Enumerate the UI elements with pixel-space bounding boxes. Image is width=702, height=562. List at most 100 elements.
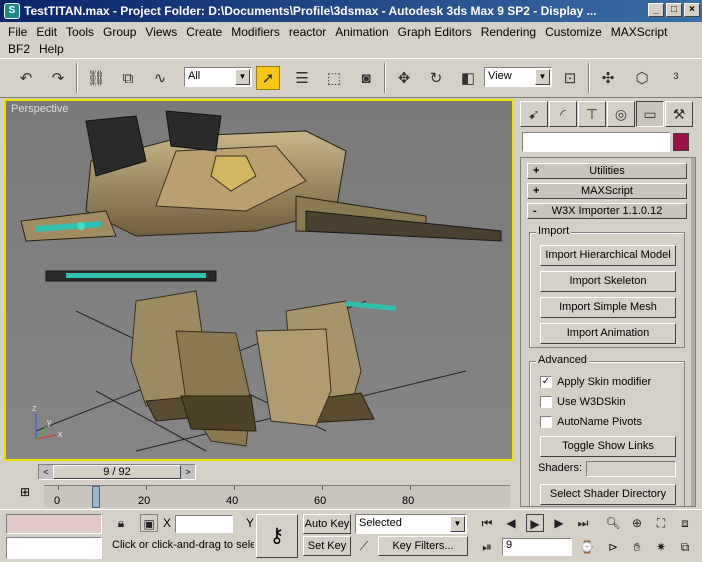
selected-dropdown[interactable]: Selected ▼ (355, 514, 467, 534)
x-coord-field[interactable] (175, 515, 233, 533)
motion-tab[interactable]: ◎ (607, 101, 635, 127)
undo-icon[interactable]: ↶ (14, 66, 38, 90)
bind-space-warp-icon[interactable]: ∿ (148, 66, 172, 90)
previous-frame-icon[interactable]: ◀︎ (502, 514, 520, 532)
create-tab[interactable]: ➹ (520, 101, 548, 127)
select-and-scale-icon[interactable]: ◧ (456, 66, 480, 90)
maximize-button[interactable]: □ (666, 3, 682, 17)
import-hierarchical-model-button[interactable]: Import Hierarchical Model (540, 245, 676, 266)
menu-views[interactable]: Views (141, 24, 182, 41)
command-panel-scroll[interactable]: + Utilities + MAXScript - W3X Importer 1… (520, 157, 696, 507)
toggle-show-links-button[interactable]: Toggle Show Links (540, 436, 676, 457)
maxscript-listener-mini[interactable] (6, 514, 102, 534)
menu-customize[interactable]: Customize (541, 24, 607, 41)
hierarchy-tab[interactable]: ⊤ (578, 101, 606, 127)
apply-skin-modifier-checkbox[interactable]: ✓ Apply Skin modifier (540, 374, 651, 390)
use-pivot-center-icon[interactable]: ⊡ (558, 66, 582, 90)
3ds-max-icon[interactable]: S (4, 3, 20, 19)
field-of-view-icon[interactable]: ⊳ (604, 538, 622, 556)
zoom-icon[interactable]: 🔍︎ (604, 514, 622, 532)
chevron-right-icon[interactable]: > (181, 465, 195, 479)
menu-rendering[interactable]: Rendering (477, 24, 541, 41)
track-ruler[interactable]: 0 20 40 60 80 (44, 485, 510, 508)
absolute-mode-icon[interactable]: ▣ (140, 514, 158, 532)
current-frame-field[interactable]: 9 (502, 538, 572, 556)
unlink-icon[interactable]: ⧉ (116, 66, 140, 90)
zoom-extents-all-icon[interactable]: ⧈ (676, 514, 694, 532)
checkbox-unchecked[interactable] (540, 416, 552, 428)
menu-file[interactable]: File (4, 24, 32, 41)
zoom-extents-icon[interactable]: ⛶ (652, 514, 670, 532)
maxscript-output-mini[interactable] (6, 537, 102, 559)
chevron-left-icon[interactable]: < (39, 465, 53, 479)
import-simple-mesh-button[interactable]: Import Simple Mesh (540, 297, 676, 318)
time-config-icon[interactable]: ⌚ (578, 538, 596, 556)
window-crossing-icon[interactable]: ◙ (354, 66, 378, 90)
reference-coord-dropdown[interactable]: View ▼ (484, 67, 552, 87)
minimize-button[interactable]: _ (648, 3, 664, 17)
shaders-field[interactable] (586, 461, 676, 477)
keyboard-shortcut-icon[interactable]: ⬡ (630, 66, 654, 90)
menu-group[interactable]: Group (99, 24, 141, 41)
menu-reactor[interactable]: reactor (285, 24, 331, 41)
rollout-utilities[interactable]: + Utilities (527, 163, 687, 179)
select-object-icon[interactable]: ➚ (256, 66, 280, 90)
checkbox-unchecked[interactable] (540, 396, 552, 408)
selection-filter-dropdown[interactable]: All ▼ (184, 67, 252, 87)
display-tab[interactable]: ▭ (636, 101, 664, 127)
lock-icon[interactable]: 🔒︎ (112, 514, 130, 532)
object-color-swatch[interactable] (673, 133, 689, 151)
curve-editor-icon[interactable]: ⊞ (14, 485, 36, 503)
command-panel-scrollbar[interactable] (691, 158, 695, 506)
redo-icon[interactable]: ↷ (46, 66, 70, 90)
command-panel-tabs: ➹ ◜ ⊤ ◎ ▭ ⚒ (520, 101, 696, 127)
maximize-viewport-icon[interactable]: ⧉ (676, 538, 694, 556)
zoom-all-icon[interactable]: ⊕ (628, 514, 646, 532)
go-to-start-icon[interactable]: ⏮ (478, 514, 496, 532)
pan-icon[interactable]: ✋︎ (628, 538, 646, 556)
rollout-w3x-importer[interactable]: - W3X Importer 1.1.0.12 (527, 203, 687, 219)
select-and-rotate-icon[interactable]: ↻ (424, 66, 448, 90)
key-mode-icon[interactable]: ⏯ (478, 538, 496, 556)
rollout-maxscript[interactable]: + MAXScript (527, 183, 687, 199)
current-frame-marker[interactable] (92, 486, 100, 508)
menu-tools[interactable]: Tools (62, 24, 99, 41)
use-w3dskin-checkbox[interactable]: Use W3DSkin (540, 394, 625, 410)
menu-create[interactable]: Create (182, 24, 227, 41)
menu-edit[interactable]: Edit (32, 24, 62, 41)
menu-maxscript[interactable]: MAXScript (607, 24, 673, 41)
import-animation-button[interactable]: Import Animation (540, 323, 676, 344)
set-key-icon[interactable]: ⚷ (256, 514, 298, 558)
menu-animation[interactable]: Animation (331, 24, 393, 41)
snap-toggle-icon[interactable]: ³ (664, 66, 688, 90)
next-frame-icon[interactable]: ▶︎ (550, 514, 568, 532)
rectangular-selection-icon[interactable]: ⬚ (322, 66, 346, 90)
time-slider-thumb[interactable]: 9 / 92 (53, 465, 181, 479)
close-button[interactable]: × (684, 3, 700, 17)
go-to-end-icon[interactable]: ⏭ (574, 514, 592, 532)
menu-bf2[interactable]: BF2 (4, 41, 35, 58)
arc-rotate-icon[interactable]: ✷ (652, 538, 670, 556)
import-skeleton-button[interactable]: Import Skeleton (540, 271, 676, 292)
menu-help[interactable]: Help (35, 41, 69, 58)
play-icon[interactable]: ▶︎ (526, 514, 544, 532)
autoname-pivots-checkbox[interactable]: AutoName Pivots (540, 414, 642, 430)
select-shader-directory-button[interactable]: Select Shader Directory (540, 484, 676, 505)
viewport-label[interactable]: Perspective (11, 103, 68, 115)
perspective-viewport[interactable]: z x y Perspective (4, 99, 514, 461)
key-filters-button[interactable]: Key Filters... (378, 536, 468, 556)
time-slider[interactable]: < 9 / 92 > (38, 464, 196, 480)
menu-modifiers[interactable]: Modifiers (227, 24, 285, 41)
select-and-link-icon[interactable]: ⛓ (84, 66, 108, 90)
menu-graph-editors[interactable]: Graph Editors (394, 24, 477, 41)
checkbox-checked[interactable]: ✓ (540, 376, 552, 388)
utilities-tab[interactable]: ⚒ (665, 101, 693, 127)
key-curve-icon[interactable]: ⟋ (355, 537, 373, 555)
auto-key-button[interactable]: Auto Key (303, 514, 351, 534)
select-manipulate-icon[interactable]: ✣ (596, 66, 620, 90)
select-by-name-icon[interactable]: ☰ (290, 66, 314, 90)
select-and-move-icon[interactable]: ✥ (392, 66, 416, 90)
set-key-button[interactable]: Set Key (303, 536, 351, 556)
modify-tab[interactable]: ◜ (549, 101, 577, 127)
object-name-field[interactable] (522, 132, 670, 152)
